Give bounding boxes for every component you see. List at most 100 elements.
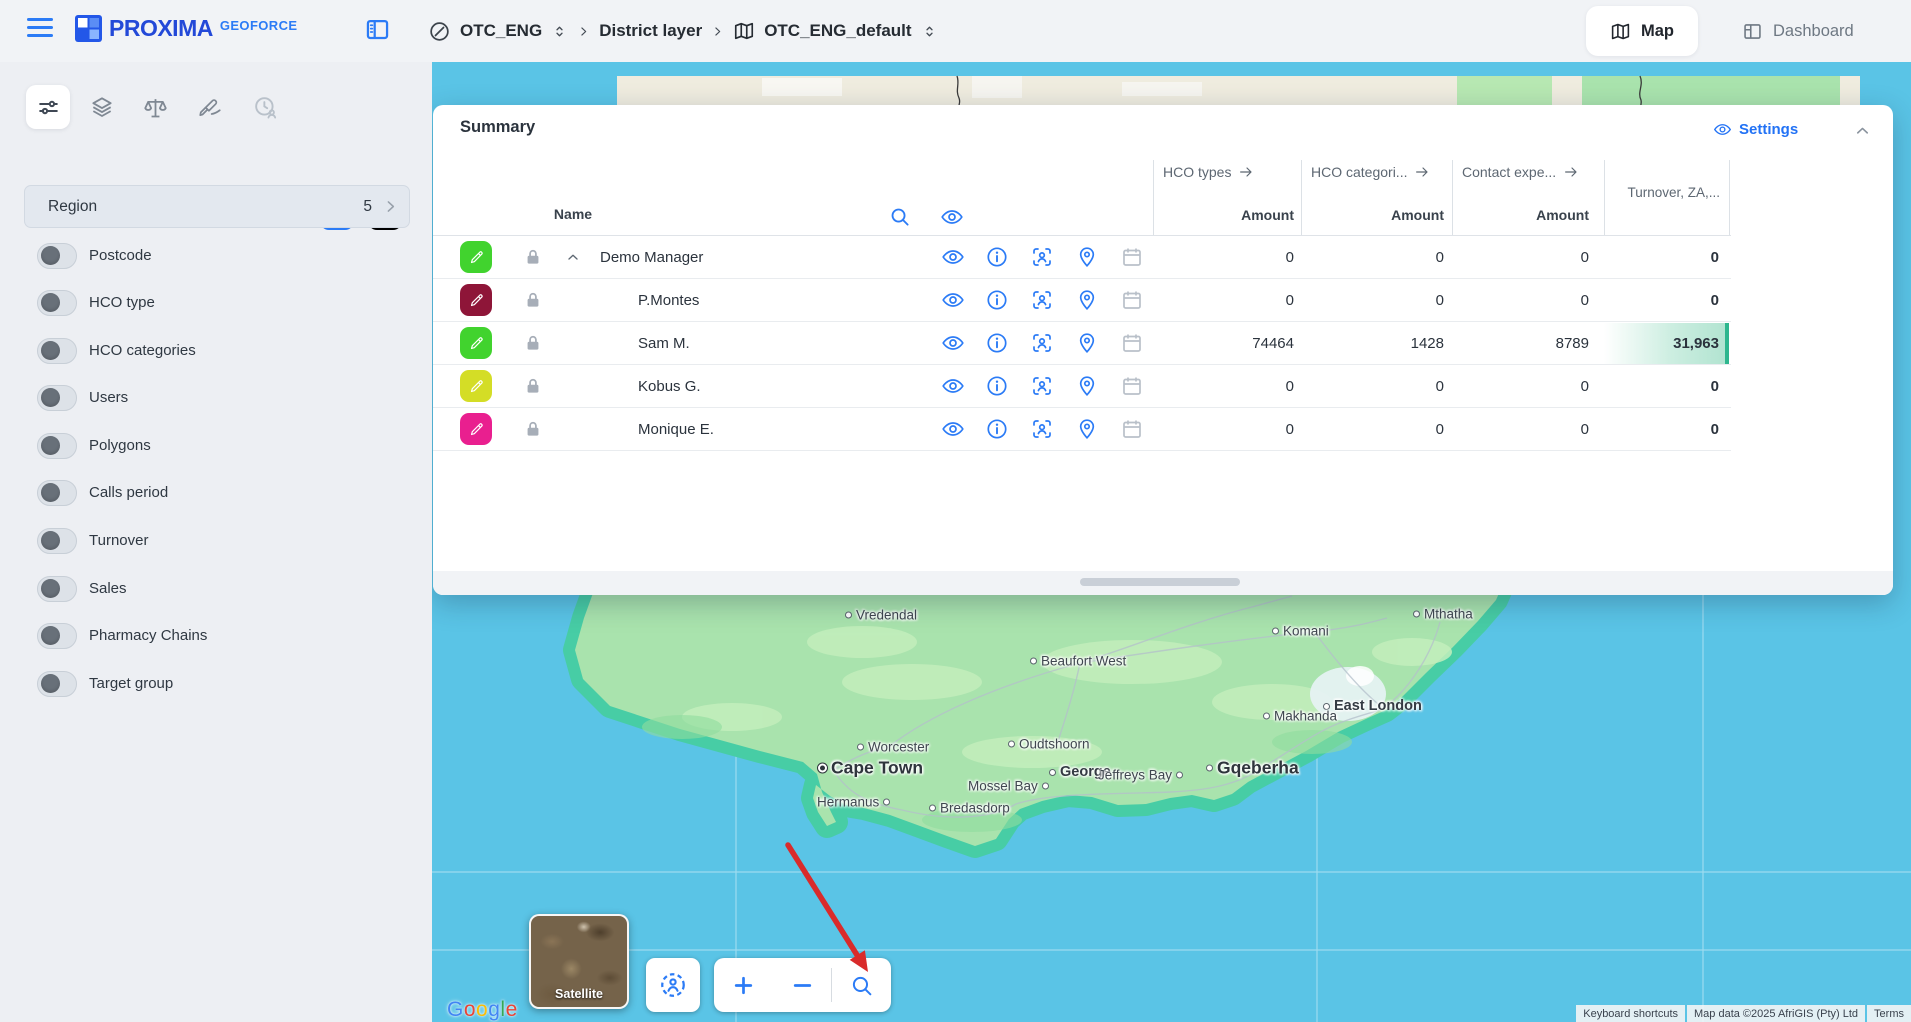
sidebar-toggle-icon[interactable] (364, 16, 391, 43)
info-icon[interactable] (985, 417, 1009, 441)
info-icon[interactable] (985, 245, 1009, 269)
breadcrumb-view[interactable]: OTC_ENG_default (764, 21, 911, 41)
city-label: Vredendal (845, 608, 917, 623)
location-pin-icon[interactable] (1075, 331, 1099, 355)
hamburger-menu-icon[interactable] (27, 18, 53, 40)
toggle-switch[interactable] (37, 243, 77, 269)
column-group-hco-categories[interactable]: HCO categori... (1311, 162, 1430, 182)
lock-icon[interactable] (523, 419, 543, 439)
calendar-icon[interactable] (1120, 374, 1144, 398)
filter-toggle-turnover[interactable]: Turnover (37, 527, 148, 554)
lock-icon[interactable] (523, 247, 543, 267)
eye-icon[interactable] (941, 288, 965, 312)
toggle-switch[interactable] (37, 623, 77, 649)
highlighter-icon (197, 94, 223, 120)
city-marker-icon (1413, 611, 1420, 618)
focus-user-icon[interactable] (1030, 417, 1054, 441)
focus-user-icon[interactable] (1030, 288, 1054, 312)
horizontal-scrollbar[interactable] (1080, 578, 1240, 586)
location-pin-icon[interactable] (1075, 245, 1099, 269)
brand-product: GEOFORCE (220, 18, 298, 33)
keyboard-shortcuts-link[interactable]: Keyboard shortcuts (1576, 1005, 1685, 1022)
toggle-switch[interactable] (37, 385, 77, 411)
location-pin-icon[interactable] (1075, 374, 1099, 398)
edit-color-button[interactable] (460, 284, 492, 316)
filter-toggle-users[interactable]: Users (37, 384, 128, 411)
map-search-button[interactable] (832, 958, 891, 1012)
eye-icon[interactable] (941, 331, 965, 355)
breadcrumb-section[interactable]: District layer (599, 21, 702, 41)
filter-region-row[interactable]: Region 5 (24, 185, 410, 228)
toggle-switch[interactable] (37, 576, 77, 602)
project-selector-icon[interactable] (551, 23, 568, 40)
edit-color-button[interactable] (460, 241, 492, 273)
column-group-contact[interactable]: Contact expe... (1462, 162, 1579, 182)
focus-user-icon[interactable] (1030, 245, 1054, 269)
breadcrumb-project[interactable]: OTC_ENG (460, 21, 542, 41)
tool-tab-filters[interactable] (26, 85, 70, 129)
location-pin-icon[interactable] (1075, 417, 1099, 441)
info-icon[interactable] (985, 288, 1009, 312)
search-icon[interactable] (888, 205, 911, 228)
lock-icon[interactable] (523, 290, 543, 310)
edit-color-button[interactable] (460, 413, 492, 445)
filter-toggle-calls-period[interactable]: Calls period (37, 479, 168, 506)
toggle-switch[interactable] (37, 433, 77, 459)
tab-dashboard[interactable]: Dashboard (1742, 6, 1854, 56)
info-icon[interactable] (985, 374, 1009, 398)
tool-tab-compare[interactable] (133, 85, 177, 129)
filter-toggle-polygons[interactable]: Polygons (37, 432, 151, 459)
map-canvas[interactable]: Vredendal Beaufort West Komani Mthatha E… (432, 62, 1911, 1022)
calendar-icon[interactable] (1120, 288, 1144, 312)
pencil-icon (468, 249, 485, 266)
toggle-switch[interactable] (37, 480, 77, 506)
filter-toggle-sales[interactable]: Sales (37, 575, 127, 602)
calendar-icon[interactable] (1120, 245, 1144, 269)
toggle-switch[interactable] (37, 671, 77, 697)
info-icon[interactable] (985, 331, 1009, 355)
cell-turnover: 0 (1604, 236, 1719, 279)
toggle-switch[interactable] (37, 338, 77, 364)
locate-me-button[interactable] (646, 958, 700, 1012)
collapse-chevron-icon[interactable] (565, 249, 581, 265)
column-amount-header: Amount (1301, 204, 1444, 226)
toggle-switch[interactable] (37, 528, 77, 554)
satellite-toggle-button[interactable]: Satellite (529, 914, 629, 1009)
eye-icon[interactable] (941, 245, 965, 269)
tool-tab-highlighter[interactable] (188, 85, 232, 129)
panel-collapse-chevron-icon[interactable] (1853, 121, 1872, 140)
cell-contact: 0 (1452, 365, 1589, 408)
eye-icon[interactable] (941, 374, 965, 398)
edit-color-button[interactable] (460, 327, 492, 359)
calendar-icon[interactable] (1120, 417, 1144, 441)
filter-toggle-target-group[interactable]: Target group (37, 670, 173, 697)
column-group-hco-types[interactable]: HCO types (1163, 162, 1254, 182)
filter-toggle-hco-type[interactable]: HCO type (37, 289, 155, 316)
tool-tab-history[interactable] (243, 85, 287, 129)
toggle-switch[interactable] (37, 290, 77, 316)
filter-toggle-hco-categories[interactable]: HCO categories (37, 337, 196, 364)
filter-toggle-pharmacy-chains[interactable]: Pharmacy Chains (37, 622, 207, 649)
city-marker-icon (1263, 713, 1270, 720)
edit-color-button[interactable] (460, 370, 492, 402)
app-logo: PROXIMA GEOFORCE (75, 15, 297, 42)
settings-button[interactable]: Settings (1713, 120, 1798, 139)
zoom-in-button[interactable] (714, 958, 773, 1012)
visibility-all-eye-icon[interactable] (940, 205, 964, 229)
cell-turnover: 0 (1604, 279, 1719, 322)
tab-map[interactable]: Map (1586, 6, 1698, 56)
eye-icon[interactable] (941, 417, 965, 441)
calendar-icon[interactable] (1120, 331, 1144, 355)
focus-user-icon[interactable] (1030, 374, 1054, 398)
zoom-out-button[interactable] (773, 958, 832, 1012)
tool-tab-layers[interactable] (80, 85, 124, 129)
column-turnover-header[interactable]: Turnover, ZA,... (1604, 185, 1720, 200)
lock-icon[interactable] (523, 333, 543, 353)
lock-icon[interactable] (523, 376, 543, 396)
focus-user-icon[interactable] (1030, 331, 1054, 355)
terms-link[interactable]: Terms (1867, 1005, 1911, 1022)
view-selector-icon[interactable] (921, 23, 938, 40)
row-name: Monique E. (638, 408, 714, 451)
location-pin-icon[interactable] (1075, 288, 1099, 312)
filter-toggle-postcode[interactable]: Postcode (37, 242, 152, 269)
